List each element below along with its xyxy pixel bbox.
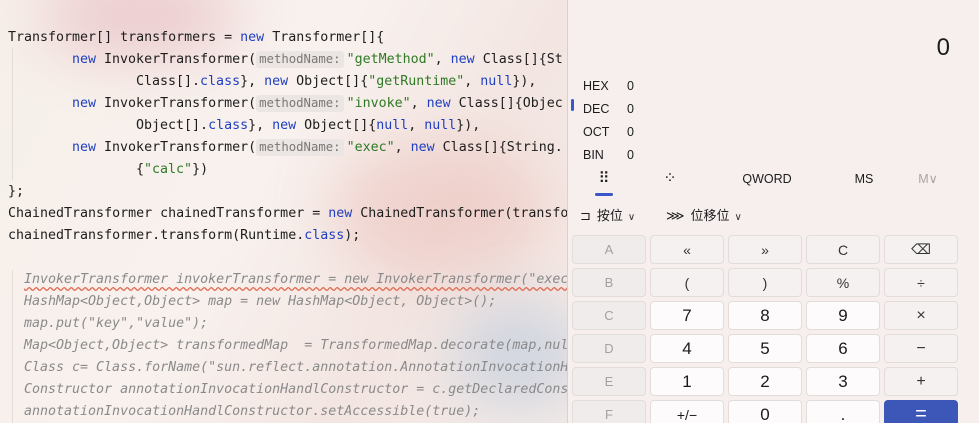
key-6[interactable]: 6 [806, 334, 880, 363]
key-1[interactable]: 1 [650, 367, 724, 396]
key-divide[interactable]: ÷ [884, 268, 958, 297]
comment-line[interactable]: Class c= Class.forName("sun.reflect.anno… [24, 357, 567, 379]
code-line[interactable]: {"calc"}) [136, 159, 208, 181]
key-e[interactable]: E [572, 367, 646, 396]
key-equals[interactable]: = [884, 400, 958, 423]
key-3[interactable]: 3 [806, 367, 880, 396]
code-line[interactable]: chainedTransformer.transform(Runtime.cla… [8, 225, 360, 247]
key-decimal[interactable]: . [806, 400, 880, 423]
code-line[interactable]: new InvokerTransformer(methodName: "invok… [72, 93, 563, 115]
bitwise-menu[interactable]: ⊐ 按位 ∨ [580, 206, 635, 226]
code-line[interactable]: ChainedTransformer chainedTransformer = … [8, 203, 567, 225]
code-line[interactable]: new InvokerTransformer(methodName: "exec"… [72, 137, 563, 159]
code-line[interactable]: }; [8, 181, 24, 203]
radix-hex[interactable]: HEX 0 [583, 79, 634, 93]
code-line[interactable]: new InvokerTransformer(methodName: "getMe… [72, 49, 563, 71]
comment-line[interactable]: InvokerTransformer invokerTransformer = … [24, 269, 567, 291]
key-open-paren[interactable]: ( [650, 268, 724, 297]
key-0[interactable]: 0 [728, 400, 802, 423]
chevron-down-icon: ∨ [734, 212, 742, 223]
memory-store-button[interactable]: MS [850, 168, 878, 190]
indent-guide [12, 270, 13, 423]
key-rotate-left[interactable]: « [650, 235, 724, 264]
radix-bin[interactable]: BIN 0 [583, 148, 634, 162]
key-a[interactable]: A [572, 235, 646, 264]
key-4[interactable]: 4 [650, 334, 724, 363]
parameter-hint: methodName: [256, 139, 344, 156]
logic-gate-icon: ⊐ [580, 208, 591, 223]
radix-selection-indicator [571, 99, 574, 111]
key-negate[interactable]: +/− [650, 400, 724, 423]
indent-guide [12, 48, 13, 180]
key-7[interactable]: 7 [650, 301, 724, 330]
keypad-icon[interactable]: ⠿ [592, 168, 616, 196]
parameter-hint: methodName: [256, 51, 344, 68]
key-rotate-right[interactable]: » [728, 235, 802, 264]
comment-line[interactable]: HashMap<Object,Object> map = new HashMap… [24, 291, 496, 313]
bitshift-menu[interactable]: ⋙ 位移位 ∨ [666, 206, 742, 226]
key-9[interactable]: 9 [806, 301, 880, 330]
memory-menu-button[interactable]: M∨ [914, 168, 942, 190]
comment-line[interactable]: annotationInvocationHandlConstructor.set… [24, 401, 480, 423]
key-f[interactable]: F [572, 400, 646, 423]
key-close-paren[interactable]: ) [728, 268, 802, 297]
key-subtract[interactable]: − [884, 334, 958, 363]
operator-menus: ⊐ 按位 ∨ ⋙ 位移位 ∨ [568, 206, 979, 226]
calculator-window: 0 HEX 0 DEC 0 OCT 0 BIN 0 ⠿ ⁘ QWORD MS M∨ ⊐ 按… [567, 0, 979, 423]
parameter-hint: methodName: [256, 95, 344, 112]
code-line[interactable]: Transformer[] transformers = new Transfo… [8, 27, 384, 49]
key-add[interactable]: + [884, 367, 958, 396]
key-2[interactable]: 2 [728, 367, 802, 396]
comment-line[interactable]: Map<Object,Object> transformedMap = Tran… [24, 335, 567, 357]
key-multiply[interactable]: × [884, 301, 958, 330]
code-line[interactable]: Class[].class}, new Object[]{"getRuntime… [136, 71, 536, 93]
radix-oct[interactable]: OCT 0 [583, 125, 634, 139]
key-5[interactable]: 5 [728, 334, 802, 363]
key-b[interactable]: B [572, 268, 646, 297]
key-d[interactable]: D [572, 334, 646, 363]
comment-line[interactable]: map.put("key","value"); [24, 313, 208, 335]
radix-dec[interactable]: DEC 0 [583, 102, 634, 116]
code-editor[interactable]: Transformer[] transformers = new Transfo… [0, 0, 567, 423]
key-8[interactable]: 8 [728, 301, 802, 330]
bit-shift-icon: ⋙ [666, 208, 685, 223]
bit-toggle-icon[interactable]: ⁘ [658, 168, 682, 190]
chevron-down-icon: ∨ [627, 212, 636, 223]
key-backspace[interactable]: ⌫ [884, 235, 958, 264]
code-line[interactable]: Object[].class}, new Object[]{null, null… [136, 115, 480, 137]
key-percent[interactable]: % [806, 268, 880, 297]
key-clear[interactable]: C [806, 235, 880, 264]
calculator-display: 0 [936, 34, 950, 61]
calculator-toolbar: ⠿ ⁘ QWORD MS M∨ [568, 168, 979, 196]
comment-line[interactable]: Constructor annotationInvocationHandlCon… [24, 379, 567, 401]
key-c[interactable]: C [572, 301, 646, 330]
word-size-button[interactable]: QWORD [740, 168, 794, 190]
